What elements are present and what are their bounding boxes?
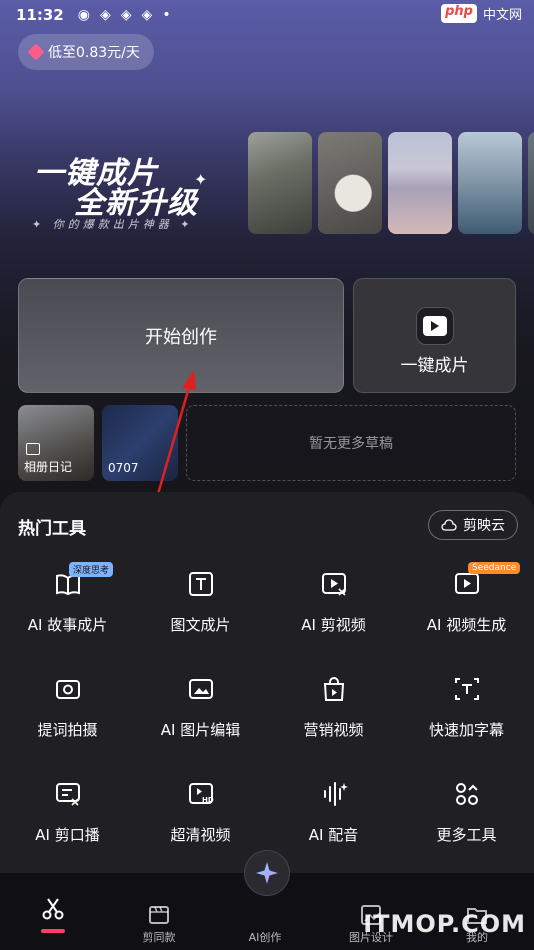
tool-tag: 深度思考 bbox=[69, 562, 114, 577]
banner-thumbnails[interactable] bbox=[248, 132, 534, 234]
tool-ai-video-cut[interactable]: AI 剪视频 bbox=[267, 570, 400, 660]
status-right-area: php 中文网 bbox=[441, 4, 522, 23]
svg-text:HD: HD bbox=[202, 796, 214, 804]
tool-image-text-video[interactable]: 图文成片 bbox=[134, 570, 267, 660]
tool-ai-voiceover[interactable]: AI 配音 bbox=[267, 780, 400, 870]
tool-label: 营销视频 bbox=[303, 721, 364, 739]
draft-label: 0707 bbox=[108, 461, 139, 475]
tool-label: 超清视频 bbox=[170, 826, 231, 844]
video-cut-icon bbox=[321, 573, 346, 596]
tool-label: AI 配音 bbox=[308, 826, 359, 844]
banner-thumbnail[interactable] bbox=[388, 132, 452, 234]
status-time: 11:32 bbox=[16, 6, 64, 24]
script-cut-icon bbox=[55, 783, 80, 806]
app-notification-icon: ◈ bbox=[141, 7, 153, 23]
tool-label: 图文成片 bbox=[170, 616, 231, 634]
tool-label: AI 故事成片 bbox=[27, 616, 108, 634]
tool-label: 提词拍摄 bbox=[37, 721, 98, 739]
banner-subtitle: ✦ 你的爆款出片神器 ✦ bbox=[32, 218, 194, 231]
tool-ai-image-edit[interactable]: AI 图片编辑 bbox=[134, 675, 267, 765]
tool-ai-video-generate[interactable]: Seedance AI 视频生成 bbox=[400, 562, 533, 660]
cloud-icon bbox=[441, 519, 457, 531]
nav-item-templates[interactable]: 剪同款 bbox=[106, 873, 212, 950]
tool-label: AI 剪口播 bbox=[35, 826, 100, 844]
draft-item[interactable]: 相册日记 bbox=[18, 405, 94, 481]
album-icon bbox=[26, 443, 40, 455]
nav-active-indicator bbox=[41, 929, 65, 933]
tool-more[interactable]: 更多工具 bbox=[400, 780, 533, 870]
drafts-empty-placeholder: 暂无更多草稿 bbox=[186, 405, 516, 481]
gem-icon bbox=[27, 43, 45, 61]
status-notification-icons: ◉ ◈ ◈ ◈ • bbox=[78, 7, 171, 23]
cn-logo-text: 中文网 bbox=[482, 8, 522, 23]
clapper-icon bbox=[149, 906, 169, 924]
marketing-bag-icon bbox=[323, 677, 344, 701]
tool-quick-subtitles[interactable]: 快速加字幕 bbox=[400, 675, 533, 765]
php-logo: php bbox=[441, 4, 477, 23]
hd-video-icon: HD bbox=[188, 783, 214, 804]
nav-label: AI创作 bbox=[248, 931, 282, 944]
ai-star-icon bbox=[256, 862, 278, 884]
draft-label: 相册日记 bbox=[24, 460, 73, 474]
tool-label: AI 图片编辑 bbox=[160, 721, 241, 739]
image-edit-icon bbox=[188, 679, 213, 699]
one-click-video-label: 一键成片 bbox=[400, 356, 469, 376]
draft-item[interactable]: 0707 bbox=[102, 405, 178, 481]
tool-teleprompter[interactable]: 提词拍摄 bbox=[1, 675, 134, 765]
app-notification-icon: ◈ bbox=[120, 7, 132, 23]
banner-thumbnail[interactable] bbox=[528, 132, 534, 234]
site-watermark: ITMOP.COM bbox=[363, 910, 526, 938]
tool-label: AI 剪视频 bbox=[301, 616, 366, 634]
banner-thumbnail[interactable] bbox=[458, 132, 522, 234]
tool-label: 更多工具 bbox=[436, 826, 497, 844]
ai-create-button[interactable] bbox=[244, 850, 290, 896]
tool-label: 快速加字幕 bbox=[428, 721, 504, 739]
hot-tools-title: 热门工具 bbox=[18, 519, 86, 539]
one-click-video-button[interactable]: 一键成片 bbox=[353, 278, 516, 393]
nav-label: 剪同款 bbox=[142, 931, 176, 944]
ai-play-icon bbox=[416, 307, 454, 345]
subtitle-icon bbox=[454, 678, 479, 700]
start-creation-button[interactable]: 开始创作 bbox=[18, 278, 344, 393]
tool-marketing-video[interactable]: 营销视频 bbox=[267, 675, 400, 765]
teleprompter-camera-icon bbox=[55, 680, 80, 699]
text-image-icon bbox=[188, 572, 213, 596]
more-dot-icon: • bbox=[162, 7, 171, 23]
membership-price-pill[interactable]: 低至0.83元/天 bbox=[18, 34, 154, 70]
cloud-storage-label: 剪映云 bbox=[463, 518, 505, 534]
voice-wave-icon bbox=[323, 782, 348, 806]
weibo-icon: ◉ bbox=[77, 7, 90, 23]
tool-ai-script-cut[interactable]: AI 剪口播 bbox=[1, 780, 134, 870]
membership-price-label: 低至0.83元/天 bbox=[48, 45, 140, 61]
video-generate-icon bbox=[454, 573, 479, 594]
app-notification-icon: ◈ bbox=[99, 7, 111, 23]
tool-label: AI 视频生成 bbox=[426, 616, 507, 634]
nav-item-edit[interactable] bbox=[0, 873, 106, 950]
tool-tag: Seedance bbox=[468, 562, 521, 574]
cloud-storage-button[interactable]: 剪映云 bbox=[428, 510, 518, 540]
tool-ai-story[interactable]: 深度思考 AI 故事成片 bbox=[1, 562, 134, 660]
tool-hd-video[interactable]: HD 超清视频 bbox=[134, 780, 267, 870]
more-grid-icon bbox=[455, 783, 478, 805]
drafts-empty-text: 暂无更多草稿 bbox=[309, 436, 393, 452]
sparkle-icon: ✦ bbox=[194, 170, 208, 189]
start-creation-label: 开始创作 bbox=[145, 326, 217, 348]
banner-thumbnail[interactable] bbox=[248, 132, 312, 234]
scissors-icon bbox=[42, 898, 64, 920]
banner-thumbnail[interactable] bbox=[318, 132, 382, 234]
hot-tools-panel: 热门工具 剪映云 深度思考 AI 故事成片 图文成片 AI 剪视频 Seedan… bbox=[0, 492, 534, 877]
